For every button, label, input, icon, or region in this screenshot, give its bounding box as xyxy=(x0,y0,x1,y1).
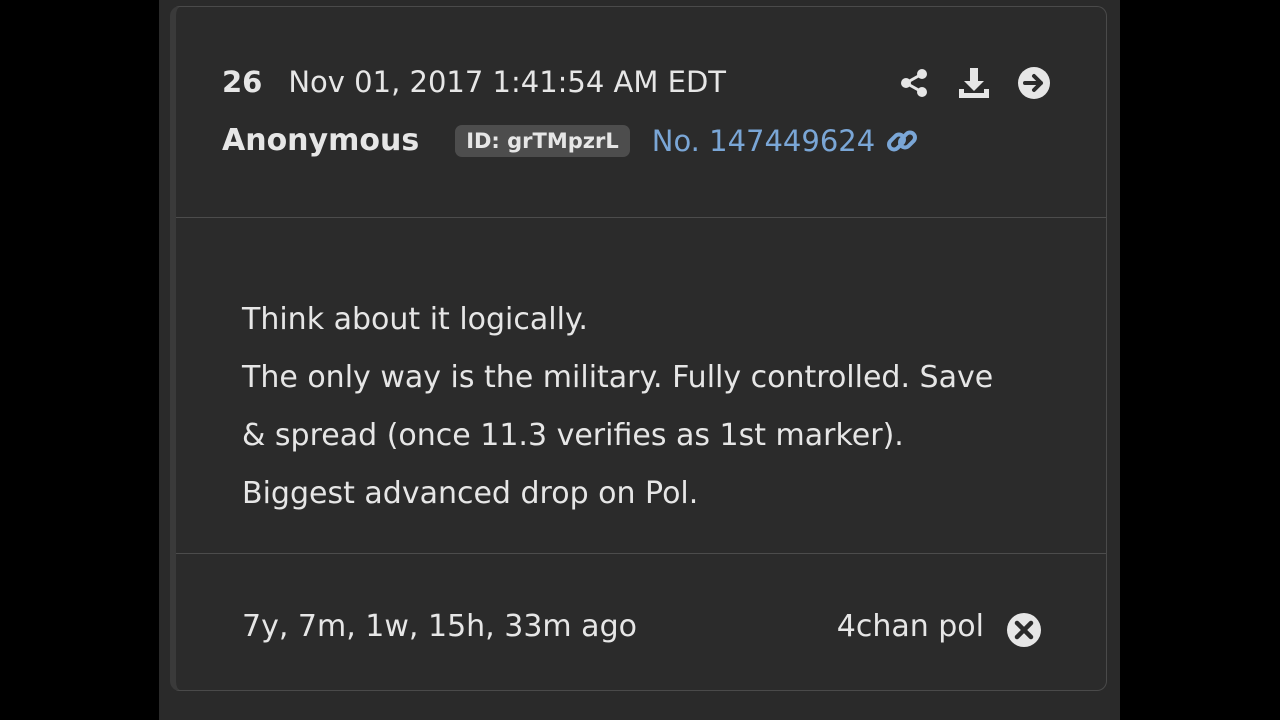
poster-id-badge[interactable]: ID: grTMpzrL xyxy=(455,124,630,157)
post-message: Think about it logically. The only way i… xyxy=(242,291,1062,523)
post-footer: 7y, 7m, 1w, 15h, 33m ago 4chan pol xyxy=(176,554,1106,690)
download-icon xyxy=(959,68,989,98)
post-header: 26 Nov 01, 2017 1:41:54 AM EDT Anonymous… xyxy=(176,7,1106,218)
post-actions xyxy=(896,65,1052,101)
close-circle-icon xyxy=(1007,613,1041,647)
share-button[interactable] xyxy=(896,65,932,101)
post-source: 4chan pol xyxy=(836,609,984,644)
post-link-label: No. 147449624 xyxy=(651,123,876,158)
message-line: & spread (once 11.3 verifies as 1st mark… xyxy=(242,418,904,453)
open-post-button[interactable] xyxy=(1016,65,1052,101)
post-card: 26 Nov 01, 2017 1:41:54 AM EDT Anonymous… xyxy=(170,6,1107,691)
download-button[interactable] xyxy=(956,65,992,101)
message-line: The only way is the military. Fully cont… xyxy=(242,360,994,395)
author-name: Anonymous xyxy=(222,123,420,158)
post-age: 7y, 7m, 1w, 15h, 33m ago xyxy=(242,609,637,644)
link-icon xyxy=(885,124,919,158)
post-author-row: Anonymous ID: grTMpzrL No. 147449624 xyxy=(222,123,919,158)
arrow-circle-right-icon xyxy=(1018,67,1050,99)
post-body: Think about it logically. The only way i… xyxy=(176,218,1106,554)
post-number-link[interactable]: No. 147449624 xyxy=(652,124,919,158)
close-button[interactable] xyxy=(1006,612,1042,648)
post-number: 26 xyxy=(222,65,263,99)
post-timestamp: Nov 01, 2017 1:41:54 AM EDT xyxy=(288,65,726,99)
message-line: Biggest advanced drop on Pol. xyxy=(242,476,699,511)
post-meta-row: 26 Nov 01, 2017 1:41:54 AM EDT xyxy=(222,65,726,99)
screen: 26 Nov 01, 2017 1:41:54 AM EDT Anonymous… xyxy=(0,0,1280,720)
message-line: Think about it logically. xyxy=(242,302,588,337)
share-icon xyxy=(901,69,927,97)
